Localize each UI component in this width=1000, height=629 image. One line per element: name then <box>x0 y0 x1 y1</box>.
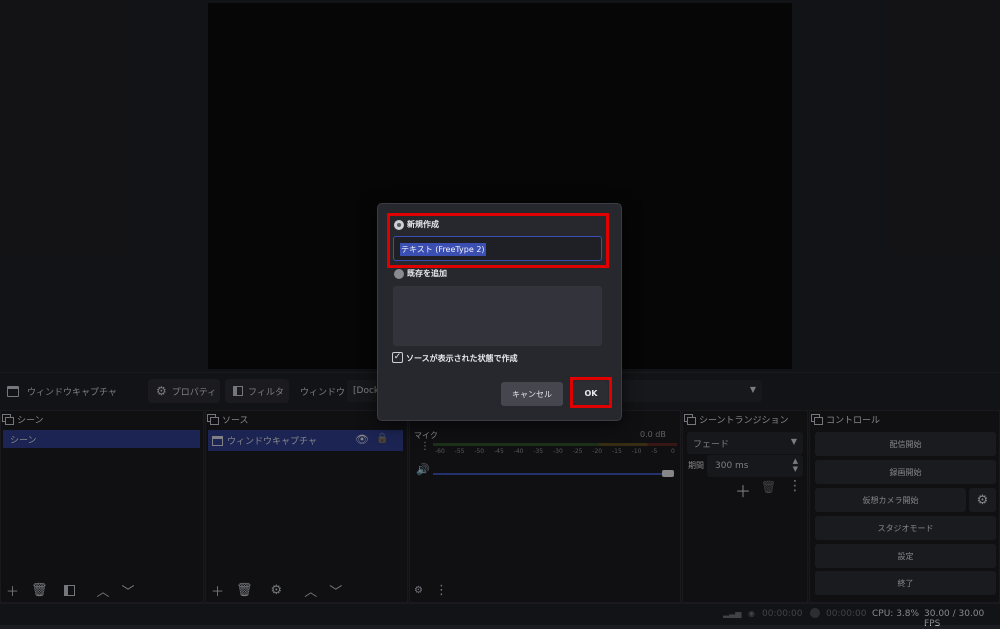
visible-checkbox-label: ソースが表示された状態で作成 <box>406 354 518 363</box>
existing-sources-list[interactable] <box>393 286 602 346</box>
add-existing-label: 既存を追加 <box>407 269 447 278</box>
add-existing-radio[interactable] <box>394 269 404 279</box>
visible-checkbox[interactable]: ✓ <box>392 352 403 363</box>
highlight-create-new <box>387 213 609 268</box>
cancel-button[interactable]: キャンセル <box>501 382 563 406</box>
highlight-ok <box>570 377 612 408</box>
